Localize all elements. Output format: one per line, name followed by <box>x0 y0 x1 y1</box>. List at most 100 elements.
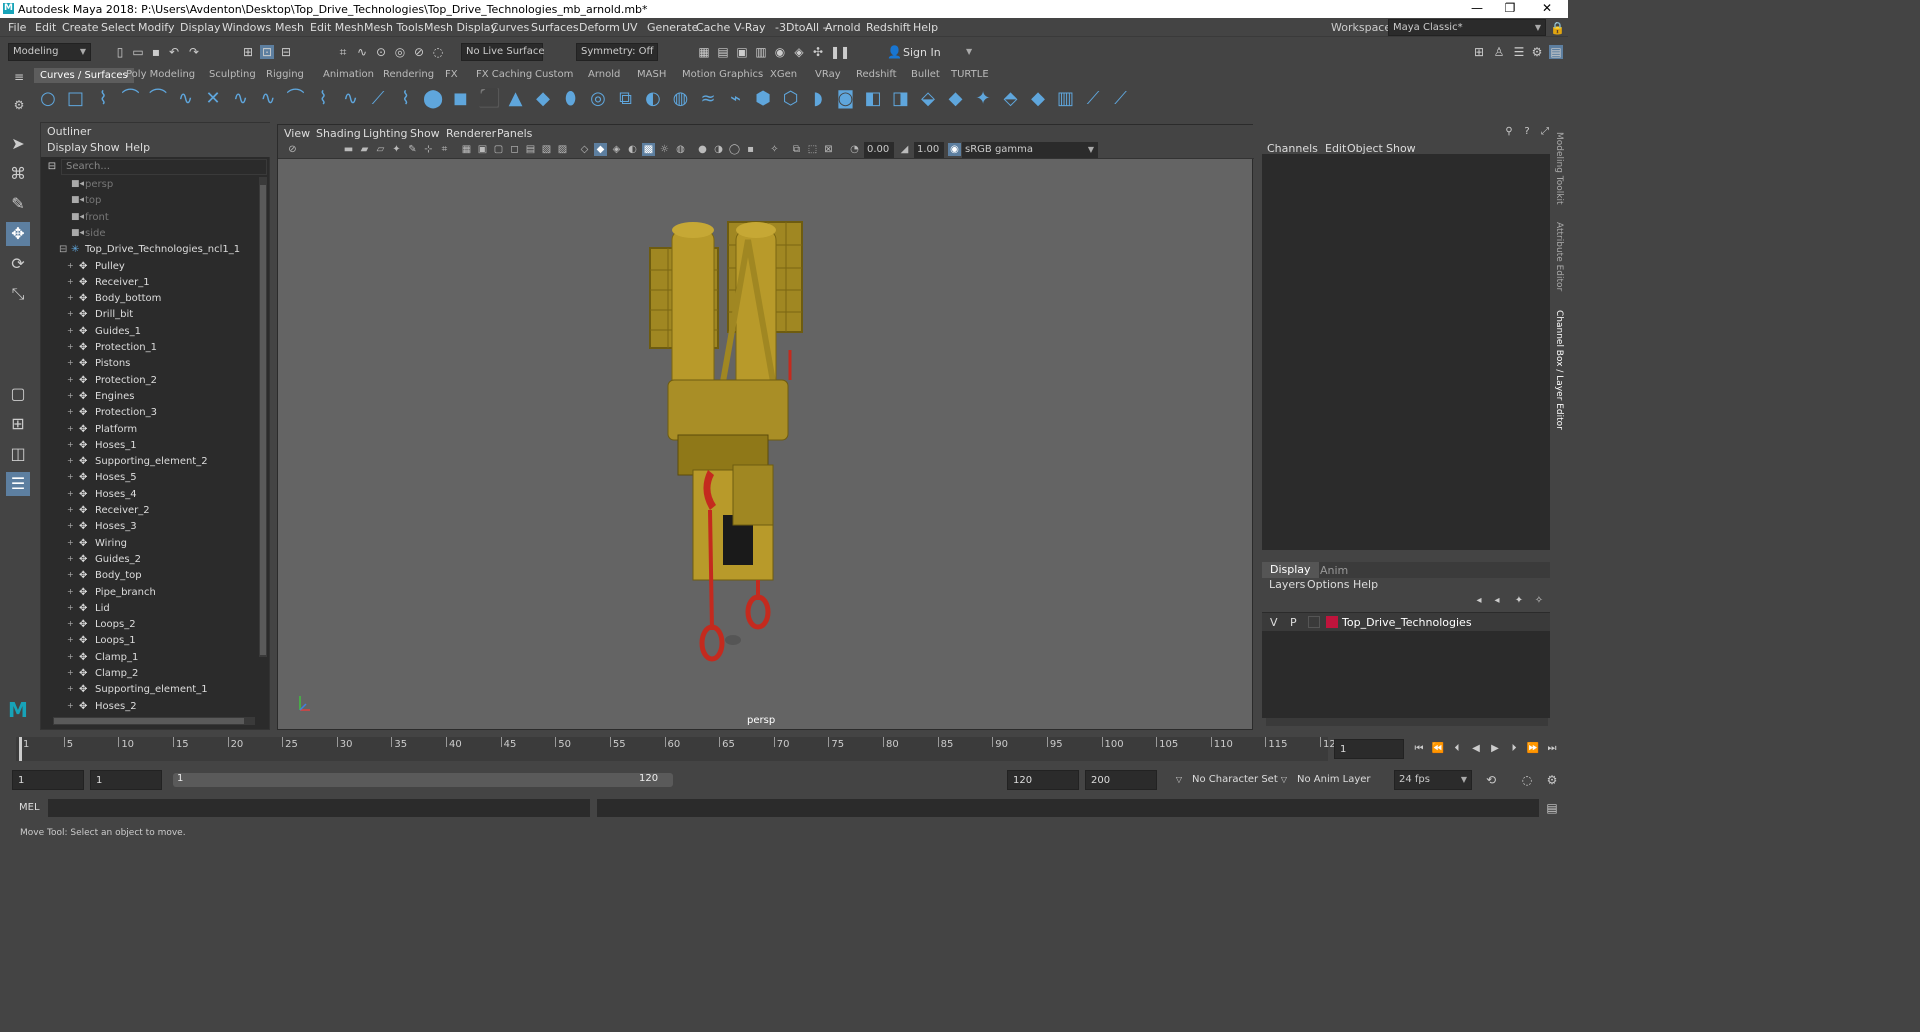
xray-icon[interactable]: ✧ <box>768 143 781 156</box>
play-backward-icon[interactable]: ◀ <box>1469 742 1483 756</box>
hypershade-icon[interactable]: ◉ <box>773 45 787 59</box>
outliner-item-guides-2[interactable]: + ✥ Guides_2 <box>41 552 259 568</box>
open-scene-icon[interactable]: ▭ <box>131 45 145 59</box>
expand-toggle-icon[interactable]: + <box>67 538 74 547</box>
shelf-tab-sculpting[interactable]: Sculpting <box>209 69 256 80</box>
side-tab-attribute-editor[interactable]: Attribute Editor <box>1554 222 1564 291</box>
menu-edit[interactable]: Edit <box>35 21 56 34</box>
range-bar[interactable]: 1 120 <box>173 773 673 787</box>
menu-edit-mesh[interactable]: Edit Mesh <box>310 21 364 34</box>
shelf-tool-18-icon[interactable]: ▲ <box>506 89 526 109</box>
outliner-menu-show[interactable]: Show <box>90 141 120 154</box>
new-layer-selected-icon[interactable]: ✧ <box>1532 594 1546 608</box>
character-set-chevron-icon[interactable]: ▽ <box>1172 773 1186 787</box>
snap-vertex-icon[interactable]: ◌ <box>431 45 445 59</box>
outliner-item-loops-1[interactable]: + ✥ Loops_1 <box>41 633 259 649</box>
menu-set-dropdown[interactable]: Modeling ▼ <box>8 43 91 61</box>
anim-layer-dropdown[interactable]: No Anim Layer <box>1297 774 1371 785</box>
outliner-item-drill-bit[interactable]: + ✥ Drill_bit <box>41 307 259 323</box>
ipr-render-icon[interactable]: ▣ <box>735 45 749 59</box>
select-object-icon[interactable]: ⊡ <box>260 45 274 59</box>
expand-toggle-icon[interactable]: + <box>67 293 74 302</box>
link-left[interactable] <box>708 509 714 631</box>
outliner-item-hoses-5[interactable]: + ✥ Hoses_5 <box>41 470 259 486</box>
redo-icon[interactable]: ↷ <box>187 45 201 59</box>
command-input[interactable] <box>48 799 590 817</box>
image-plane-icon[interactable]: ▱ <box>374 143 387 156</box>
outliner-camera-front[interactable]: ■◂ front <box>41 210 259 226</box>
anim-layer-chevron-icon[interactable]: ▽ <box>1277 773 1291 787</box>
playback-end-field[interactable]: 120 <box>1007 770 1079 790</box>
outliner-hscrollbar[interactable] <box>53 717 255 725</box>
side-tab-modeling-toolkit[interactable]: Modeling Toolkit <box>1554 132 1564 205</box>
expand-toggle-icon[interactable]: + <box>67 407 74 416</box>
shelf-tool-28-icon[interactable]: ⬡ <box>781 89 801 109</box>
shelf-tab-arnold[interactable]: Arnold <box>588 69 620 80</box>
shelf-tool-30-icon[interactable]: ◙ <box>836 89 856 109</box>
fps-dropdown[interactable]: 24 fps ▼ <box>1394 770 1472 790</box>
end-time-field[interactable]: 200 <box>1085 770 1157 790</box>
anti-aliasing-icon[interactable]: ◑ <box>712 143 725 156</box>
layer-tab-display[interactable]: Display <box>1262 562 1319 578</box>
textured-icon[interactable]: ◐ <box>626 143 639 156</box>
shelf-tool-3-icon[interactable]: ⌇ <box>93 89 113 109</box>
move-layer-up-icon[interactable]: ◂ <box>1472 594 1486 608</box>
expand-toggle-icon[interactable]: + <box>67 587 74 596</box>
shelf-tool-36-icon[interactable]: ⬘ <box>1001 89 1021 109</box>
exposure-icon[interactable]: ◔ <box>848 143 861 156</box>
xray-components-icon[interactable]: ⬚ <box>806 143 819 156</box>
step-forward-frame-icon[interactable]: ⏵ <box>1507 742 1521 756</box>
step-back-frame-icon[interactable]: ⏴ <box>1450 742 1464 756</box>
shelf-tool-33-icon[interactable]: ⬙ <box>918 89 938 109</box>
menu-display[interactable]: Display <box>180 21 221 34</box>
lasso-tool-icon[interactable]: ⌘ <box>6 162 30 186</box>
live-surface-field[interactable]: No Live Surface <box>461 43 544 61</box>
tool-settings-icon[interactable]: ⚙ <box>1530 45 1544 59</box>
outliner-item-hoses-2[interactable]: + ✥ Hoses_2 <box>41 699 259 715</box>
select-hierarchy-icon[interactable]: ⊞ <box>241 45 255 59</box>
character-controls-icon[interactable]: ♙ <box>1492 45 1506 59</box>
current-time-indicator[interactable] <box>19 737 22 761</box>
playback-start-field[interactable]: 1 <box>90 770 162 790</box>
outliner-layout-icon[interactable]: ☰ <box>6 472 30 496</box>
expand-toggle-icon[interactable]: + <box>67 701 74 710</box>
menu-uv[interactable]: UV <box>622 21 638 34</box>
time-slider-bar[interactable]: 1 5 10 15 20 25 30 35 40 45 50 55 60 65 70 75 80 85 90 95 10… <box>16 737 1342 761</box>
play-forward-icon[interactable]: ▶ <box>1488 742 1502 756</box>
command-language-label[interactable]: MEL <box>19 802 40 813</box>
shelf-tool-37-icon[interactable]: ◆ <box>1028 89 1048 109</box>
expand-toggle-icon[interactable]: + <box>67 309 74 318</box>
outliner-item-guides-1[interactable]: + ✥ Guides_1 <box>41 324 259 340</box>
safe-action-icon[interactable]: ▧ <box>540 143 553 156</box>
layers-menu-help[interactable]: Help <box>1353 578 1378 591</box>
outliner-item-pulley[interactable]: + ✥ Pulley <box>41 259 259 275</box>
shelf-tool-23-icon[interactable]: ◐ <box>643 89 663 109</box>
film-gate-icon[interactable]: ▣ <box>476 143 489 156</box>
outliner-menu-help[interactable]: Help <box>125 141 150 154</box>
grease-pencil-icon[interactable]: ✎ <box>406 143 419 156</box>
render-settings-icon[interactable]: ▥ <box>754 45 768 59</box>
shelf-tool-10-icon[interactable]: ⌒ <box>286 89 306 109</box>
paint-select-icon[interactable]: ✎ <box>6 192 30 216</box>
channel-box-expand-icon[interactable]: ⤢ <box>1538 125 1552 139</box>
expand-toggle-icon[interactable]: + <box>67 684 74 693</box>
outliner-item-supporting-element-1[interactable]: + ✥ Supporting_element_1 <box>41 682 259 698</box>
character-set-dropdown[interactable]: No Character Set <box>1192 774 1278 785</box>
isolate-select-icon[interactable]: ▪ <box>744 143 757 156</box>
four-pane-icon[interactable]: ⊞ <box>6 412 30 436</box>
wireframe-on-shaded-icon[interactable]: ◈ <box>610 143 623 156</box>
outliner-item-platform[interactable]: + ✥ Platform <box>41 422 259 438</box>
view-transform-chevron-icon[interactable]: ▼ <box>1088 142 1094 158</box>
outliner-hscroll-thumb[interactable] <box>54 718 244 724</box>
outliner-camera-side[interactable]: ■◂ side <box>41 226 259 242</box>
outliner-camera-top[interactable]: ■◂ top <box>41 193 259 209</box>
smooth-shade-icon[interactable]: ◆ <box>594 143 607 156</box>
render-setup-icon[interactable]: ◈ <box>792 45 806 59</box>
menu-vray[interactable]: V-Ray <box>734 21 766 34</box>
outliner-item-clamp-1[interactable]: + ✥ Clamp_1 <box>41 650 259 666</box>
channel-box-icon[interactable]: ▤ <box>1549 45 1563 59</box>
rotate-tool-icon[interactable]: ⟳ <box>6 252 30 276</box>
viewport-menu-shading[interactable]: Shading <box>316 127 361 140</box>
expand-toggle-icon[interactable]: + <box>67 652 74 661</box>
select-tool-icon[interactable]: ➤ <box>6 132 30 156</box>
